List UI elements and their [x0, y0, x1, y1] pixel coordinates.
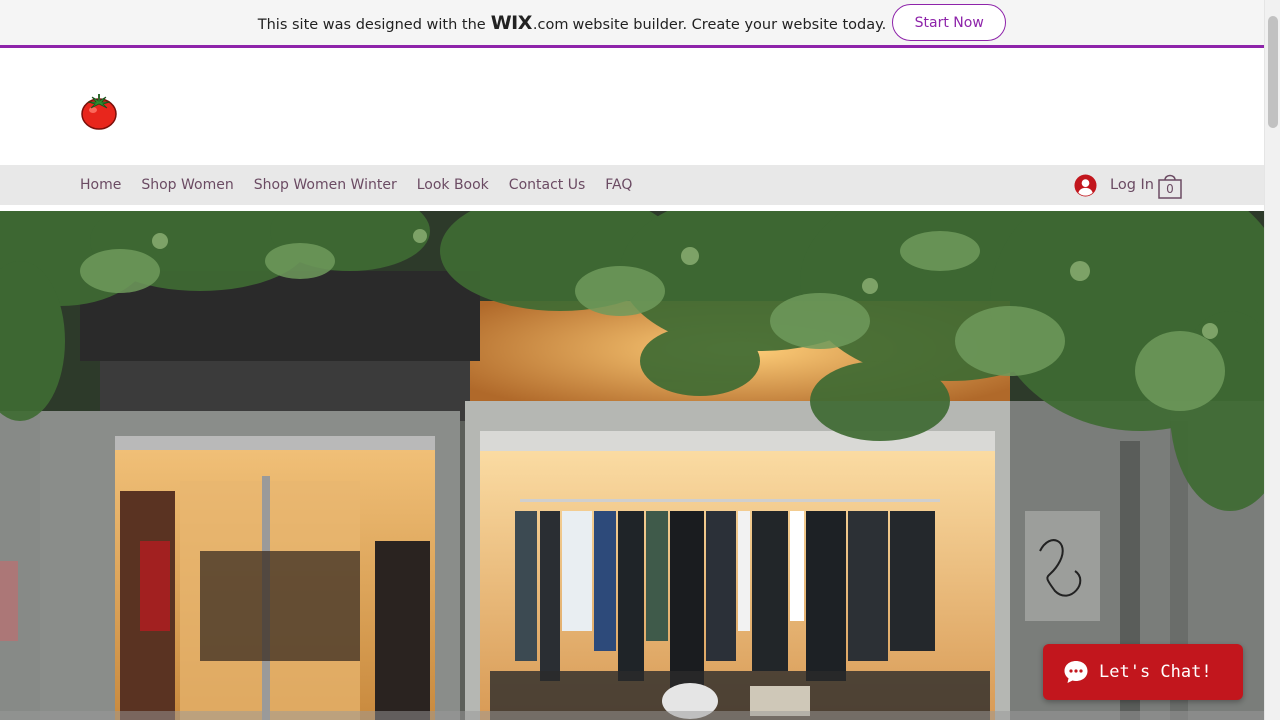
chat-label: Let's Chat! — [1099, 662, 1212, 682]
wix-logo-suffix: .com — [532, 16, 569, 33]
chat-bubble-icon — [1064, 661, 1088, 683]
start-now-button[interactable]: Start Now — [892, 4, 1007, 41]
login-button[interactable]: Log In — [1074, 173, 1154, 197]
chat-button[interactable]: Let's Chat! — [1043, 644, 1243, 700]
cart-count: 0 — [1166, 182, 1174, 196]
avatar-icon — [1074, 173, 1097, 197]
nav-item-contact-us[interactable]: Contact Us — [499, 165, 595, 205]
nav-item-faq[interactable]: FAQ — [595, 165, 642, 205]
scrollbar-thumb[interactable] — [1268, 16, 1278, 128]
site-header — [0, 51, 1264, 165]
nav-item-look-book[interactable]: Look Book — [407, 165, 499, 205]
banner-message: This site was designed with the WIX .com… — [258, 12, 886, 34]
banner-text-after: website builder. Create your website tod… — [572, 16, 887, 33]
nav-item-home[interactable]: Home — [70, 165, 131, 205]
banner-text-before: This site was designed with the — [257, 16, 486, 33]
nav-item-shop-women[interactable]: Shop Women — [131, 165, 243, 205]
wix-promo-banner: This site was designed with the WIX .com… — [0, 0, 1264, 48]
cart-button[interactable]: 0 — [1157, 171, 1183, 199]
page-scrollbar[interactable] — [1264, 0, 1280, 720]
main-navigation-bar: Home Shop Women Shop Women Winter Look B… — [0, 165, 1264, 205]
login-label: Log In — [1110, 177, 1154, 193]
tomato-logo-icon[interactable] — [78, 91, 120, 131]
nav-item-shop-women-winter[interactable]: Shop Women Winter — [244, 165, 407, 205]
wix-logo: WIX — [490, 11, 533, 34]
nav-menu: Home Shop Women Shop Women Winter Look B… — [70, 165, 642, 205]
